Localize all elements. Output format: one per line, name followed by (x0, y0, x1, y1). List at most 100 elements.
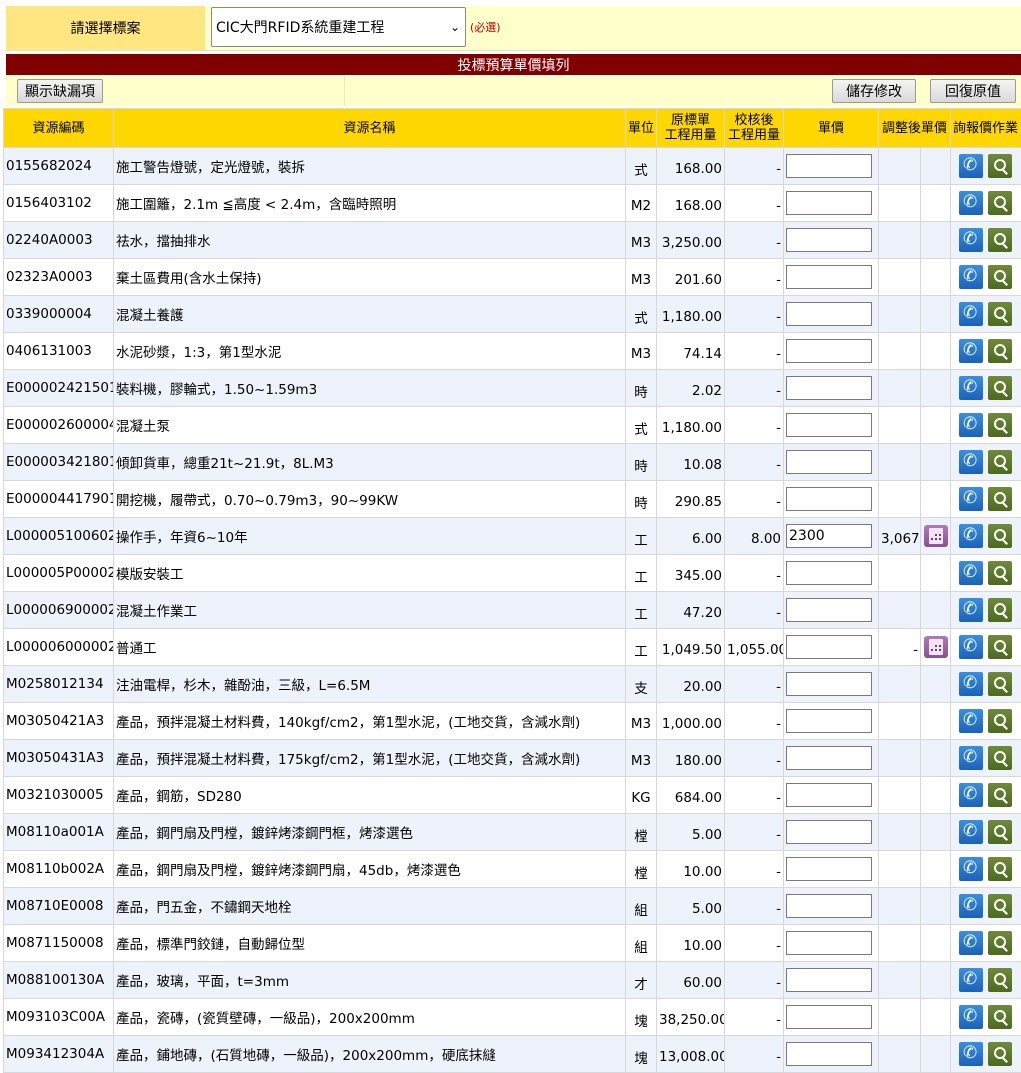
unit-price-input[interactable] (786, 302, 872, 326)
unit-price-input[interactable] (786, 413, 872, 437)
unit-price-input[interactable] (786, 339, 872, 363)
unit-price-input[interactable]: 2300 (786, 524, 872, 548)
resource-name: 產品，預拌混凝土材料費，140kgf/cm2，第1型水泥，(工地交貨，含減水劑) (114, 703, 626, 740)
search-icon[interactable] (988, 265, 1012, 289)
unit-price-input[interactable] (786, 709, 872, 733)
save-button[interactable]: 儲存修改 (832, 79, 916, 103)
unit: M3 (626, 333, 657, 370)
phone-icon[interactable] (959, 487, 983, 511)
unit-price-input[interactable] (786, 1005, 872, 1029)
search-icon[interactable] (988, 857, 1012, 881)
search-icon[interactable] (988, 561, 1012, 585)
phone-icon[interactable] (959, 450, 983, 474)
unit-price-input[interactable] (786, 487, 872, 511)
search-icon[interactable] (988, 339, 1012, 363)
phone-icon[interactable] (959, 968, 983, 992)
calc-cell (921, 481, 951, 518)
calc-cell (921, 444, 951, 481)
search-icon[interactable] (988, 894, 1012, 918)
phone-icon[interactable] (959, 857, 983, 881)
unit-price-input[interactable] (786, 783, 872, 807)
inquiry-actions (951, 1036, 1021, 1073)
unit-price-input[interactable] (786, 228, 872, 252)
search-icon[interactable] (988, 598, 1012, 622)
search-icon[interactable] (988, 746, 1012, 770)
search-icon[interactable] (988, 709, 1012, 733)
checked-qty: - (725, 999, 784, 1036)
search-icon[interactable] (988, 968, 1012, 992)
resource-name: 產品，鋼筋，SD280 (114, 777, 626, 814)
phone-icon[interactable] (959, 820, 983, 844)
phone-icon[interactable] (959, 635, 983, 659)
calculator-icon[interactable] (924, 525, 948, 547)
phone-icon[interactable] (959, 524, 983, 548)
show-missing-button[interactable]: 顯示缺漏項 (17, 79, 103, 103)
search-icon[interactable] (988, 228, 1012, 252)
resource-name: 產品，瓷磚，(瓷質壁磚，一級品)，200x200mm (114, 999, 626, 1036)
phone-icon[interactable] (959, 783, 983, 807)
unit: 工 (626, 629, 657, 666)
phone-icon[interactable] (959, 931, 983, 955)
unit-price-input[interactable] (786, 450, 872, 474)
unit-price-input[interactable] (786, 968, 872, 992)
table-row: M08710E0008產品，門五金，不鏽鋼天地栓組5.00- (4, 888, 1021, 925)
adjusted-price (879, 333, 921, 370)
calculator-icon[interactable] (924, 636, 948, 658)
unit-price-input[interactable] (786, 561, 872, 585)
unit-price-cell (784, 555, 879, 592)
search-icon[interactable] (988, 635, 1012, 659)
unit-price-cell (784, 296, 879, 333)
search-icon[interactable] (988, 931, 1012, 955)
original-qty: 5.00 (657, 814, 725, 851)
unit-price-cell (784, 481, 879, 518)
unit-price-input[interactable] (786, 265, 872, 289)
calc-cell (921, 851, 951, 888)
phone-icon[interactable] (959, 228, 983, 252)
search-icon[interactable] (988, 672, 1012, 696)
search-icon[interactable] (988, 450, 1012, 474)
search-icon[interactable] (988, 820, 1012, 844)
search-icon[interactable] (988, 413, 1012, 437)
phone-icon[interactable] (959, 191, 983, 215)
phone-icon[interactable] (959, 561, 983, 585)
unit-price-input[interactable] (786, 598, 872, 622)
phone-icon[interactable] (959, 598, 983, 622)
unit-price-input[interactable] (786, 931, 872, 955)
phone-icon[interactable] (959, 1005, 983, 1029)
search-icon[interactable] (988, 154, 1012, 178)
phone-icon[interactable] (959, 746, 983, 770)
search-icon[interactable] (988, 302, 1012, 326)
search-icon[interactable] (988, 1005, 1012, 1029)
phone-icon[interactable] (959, 339, 983, 363)
case-select[interactable]: CIC大門RFID系統重建工程 ⌄ (211, 7, 466, 47)
search-icon[interactable] (988, 1042, 1012, 1066)
phone-icon[interactable] (959, 894, 983, 918)
phone-icon[interactable] (959, 413, 983, 437)
restore-button[interactable]: 回復原值 (930, 79, 1016, 103)
search-icon[interactable] (988, 783, 1012, 807)
phone-icon[interactable] (959, 265, 983, 289)
header-code: 資源編碼 (4, 109, 114, 148)
phone-icon[interactable] (959, 376, 983, 400)
search-icon[interactable] (988, 487, 1012, 511)
phone-icon[interactable] (959, 709, 983, 733)
unit-price-input[interactable] (786, 672, 872, 696)
phone-icon[interactable] (959, 672, 983, 696)
unit-price-input[interactable] (786, 1042, 872, 1066)
unit-price-input[interactable] (786, 191, 872, 215)
unit-price-input[interactable] (786, 820, 872, 844)
search-icon[interactable] (988, 376, 1012, 400)
unit-price-input[interactable] (786, 894, 872, 918)
phone-icon[interactable] (959, 154, 983, 178)
resource-name: 普通工 (114, 629, 626, 666)
phone-icon[interactable] (959, 302, 983, 326)
unit-price-input[interactable] (786, 746, 872, 770)
unit-price-input[interactable] (786, 376, 872, 400)
unit-price-input[interactable] (786, 635, 872, 659)
unit-price-input[interactable] (786, 857, 872, 881)
calc-cell (921, 999, 951, 1036)
unit-price-input[interactable] (786, 154, 872, 178)
search-icon[interactable] (988, 191, 1012, 215)
phone-icon[interactable] (959, 1042, 983, 1066)
search-icon[interactable] (988, 524, 1012, 548)
